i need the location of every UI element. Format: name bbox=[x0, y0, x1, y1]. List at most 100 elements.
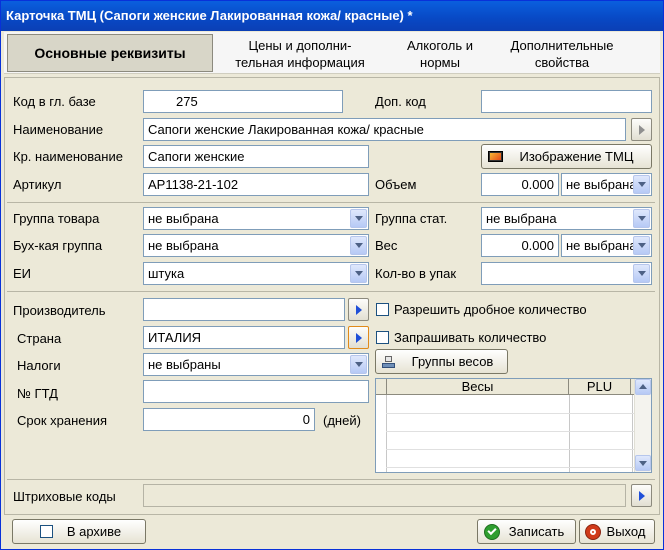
grid-indicator-header bbox=[376, 379, 387, 395]
country-label: Страна bbox=[17, 331, 62, 346]
divider bbox=[7, 202, 655, 203]
addcode-input[interactable] bbox=[481, 90, 652, 113]
stat-group-label: Группа стат. bbox=[375, 211, 448, 226]
volume-label: Объем bbox=[375, 177, 417, 192]
weight-input[interactable]: 0.000 bbox=[481, 234, 559, 257]
manufacturer-select-button[interactable] bbox=[348, 298, 369, 321]
divider bbox=[7, 291, 655, 292]
shelf-life-unit: (дней) bbox=[323, 413, 361, 428]
barcodes-expand-button[interactable] bbox=[631, 484, 652, 507]
archive-checkbox[interactable] bbox=[40, 525, 53, 538]
name-expand-button[interactable] bbox=[631, 118, 652, 141]
taxes-select[interactable]: не выбраны bbox=[143, 353, 369, 376]
code-label: Код в гл. базе bbox=[13, 94, 96, 109]
exit-icon bbox=[585, 524, 601, 540]
chevron-down-icon[interactable] bbox=[350, 264, 367, 283]
tab-prices-info[interactable]: Цены и дополни- тельная информация bbox=[219, 34, 381, 72]
grid-line bbox=[632, 395, 633, 472]
tab-alcohol-norms[interactable]: Алкоголь и нормы bbox=[385, 34, 495, 72]
product-group-label: Группа товара bbox=[13, 211, 100, 226]
unit-value: штука bbox=[148, 266, 185, 281]
chevron-down-icon[interactable] bbox=[350, 355, 367, 374]
taxes-value: не выбраны bbox=[148, 357, 221, 372]
weight-groups-button[interactable]: Группы весов bbox=[375, 349, 508, 374]
scales-icon bbox=[381, 354, 396, 369]
pack-select[interactable] bbox=[481, 262, 652, 285]
ask-qty-checkbox[interactable] bbox=[376, 331, 389, 344]
exit-label: Выход bbox=[606, 524, 646, 539]
weight-groups-label: Группы весов bbox=[411, 354, 494, 369]
name-input[interactable]: Сапоги женские Лакированная кожа/ красны… bbox=[143, 118, 626, 141]
grid-scrollbar[interactable] bbox=[634, 379, 651, 472]
acc-group-label: Бух-кая группа bbox=[13, 238, 103, 253]
grid-line bbox=[386, 467, 634, 468]
weight-label: Вес bbox=[375, 238, 398, 253]
manufacturer-label: Производитель bbox=[13, 303, 106, 318]
shelf-life-input[interactable]: 0 bbox=[143, 408, 315, 431]
chevron-down-icon[interactable] bbox=[633, 209, 650, 228]
barcodes-label: Штриховые коды bbox=[13, 489, 116, 504]
shortname-label: Кр. наименование bbox=[13, 149, 123, 164]
grid-line bbox=[386, 431, 634, 432]
country-input[interactable]: ИТАЛИЯ bbox=[143, 326, 345, 349]
scroll-up-icon[interactable] bbox=[635, 379, 651, 395]
gtd-label: № ГТД bbox=[17, 386, 58, 401]
grid-line bbox=[386, 413, 634, 414]
tab-extra-properties[interactable]: Дополнительные свойства bbox=[497, 34, 627, 72]
image-tmc-label: Изображение ТМЦ bbox=[519, 149, 634, 164]
archive-label: В архиве bbox=[66, 524, 122, 539]
weight-unit-value: не выбрана bbox=[566, 238, 637, 253]
chevron-down-icon[interactable] bbox=[350, 209, 367, 228]
product-group-value: не выбрана bbox=[148, 211, 219, 226]
stat-group-value: не выбрана bbox=[486, 211, 557, 226]
ask-qty-label: Запрашивать количество bbox=[394, 330, 547, 345]
image-icon bbox=[488, 151, 503, 162]
unit-select[interactable]: штука bbox=[143, 262, 369, 285]
grid-line bbox=[569, 395, 570, 472]
chevron-down-icon[interactable] bbox=[350, 236, 367, 255]
shortname-input[interactable]: Сапоги женские bbox=[143, 145, 369, 168]
window-titlebar: Карточка ТМЦ (Сапоги женские Лакированна… bbox=[1, 1, 663, 31]
product-group-select[interactable]: не выбрана bbox=[143, 207, 369, 230]
code-input[interactable]: 275 bbox=[143, 90, 343, 113]
unit-label: ЕИ bbox=[13, 266, 32, 281]
check-icon bbox=[484, 524, 500, 540]
grid-col-plu[interactable]: PLU bbox=[569, 379, 631, 395]
addcode-label: Доп. код bbox=[375, 94, 426, 109]
tab-main-details[interactable]: Основные реквизиты bbox=[7, 34, 213, 72]
taxes-label: Налоги bbox=[17, 358, 61, 373]
manufacturer-input[interactable] bbox=[143, 298, 345, 321]
volume-unit-value: не выбрана bbox=[566, 177, 637, 192]
exit-button[interactable]: Выход bbox=[579, 519, 655, 544]
stat-group-select[interactable]: не выбрана bbox=[481, 207, 652, 230]
grid-line bbox=[386, 395, 387, 472]
pack-label: Кол-во в упак bbox=[375, 266, 457, 281]
fraction-label: Разрешить дробное количество bbox=[394, 302, 587, 317]
acc-group-select[interactable]: не выбрана bbox=[143, 234, 369, 257]
volume-input[interactable]: 0.000 bbox=[481, 173, 559, 196]
archive-toggle[interactable]: В архиве bbox=[12, 519, 146, 544]
article-input[interactable]: АР1138-21-102 bbox=[143, 173, 369, 196]
scroll-down-icon[interactable] bbox=[635, 455, 651, 471]
grid-col-scales[interactable]: Весы bbox=[387, 379, 569, 395]
acc-group-value: не выбрана bbox=[148, 238, 219, 253]
name-label: Наименование bbox=[13, 122, 104, 137]
save-button[interactable]: Записать bbox=[477, 519, 576, 544]
volume-unit-select[interactable]: не выбрана bbox=[561, 173, 652, 196]
divider bbox=[7, 479, 655, 480]
scales-grid[interactable]: Весы PLU bbox=[375, 378, 652, 473]
chevron-down-icon[interactable] bbox=[633, 264, 650, 283]
fraction-checkbox[interactable] bbox=[376, 303, 389, 316]
barcodes-input[interactable] bbox=[143, 484, 626, 507]
tmc-card-window: Карточка ТМЦ (Сапоги женские Лакированна… bbox=[0, 0, 664, 550]
country-select-button[interactable] bbox=[348, 326, 369, 349]
image-tmc-button[interactable]: Изображение ТМЦ bbox=[481, 144, 652, 169]
gtd-input[interactable] bbox=[143, 380, 369, 403]
grid-header: Весы PLU bbox=[376, 379, 634, 395]
chevron-down-icon[interactable] bbox=[633, 175, 650, 194]
shelf-life-label: Срок хранения bbox=[17, 413, 107, 428]
article-label: Артикул bbox=[13, 177, 62, 192]
grid-line bbox=[386, 449, 634, 450]
weight-unit-select[interactable]: не выбрана bbox=[561, 234, 652, 257]
chevron-down-icon[interactable] bbox=[633, 236, 650, 255]
